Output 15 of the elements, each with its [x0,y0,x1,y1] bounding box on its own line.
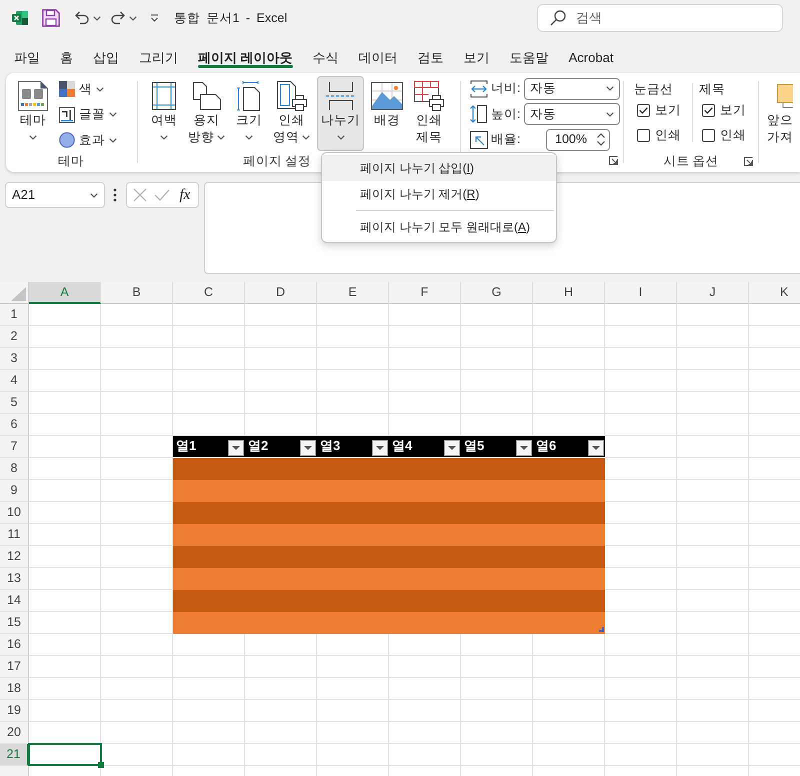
width-label: 너비: [491,80,521,98]
column-name: 열4 [392,437,412,455]
group-label: 페이지 설정 [242,153,312,170]
column-name: 열6 [536,437,556,455]
option-heading: 눈금선 [634,81,674,98]
option-heading: 제목 [699,81,726,98]
column-name: 열3 [320,437,340,455]
group-label: 시트 옵션 [663,153,719,170]
scale-label: 배율: [491,131,521,148]
height-label: 높이: [491,106,521,123]
column-name: 열1 [176,437,196,455]
column-name: 열5 [464,437,484,455]
window-title: 통합 문서1 - Excel [174,10,288,27]
group-label: 테마 [58,153,84,170]
column-name: 열2 [248,437,268,455]
